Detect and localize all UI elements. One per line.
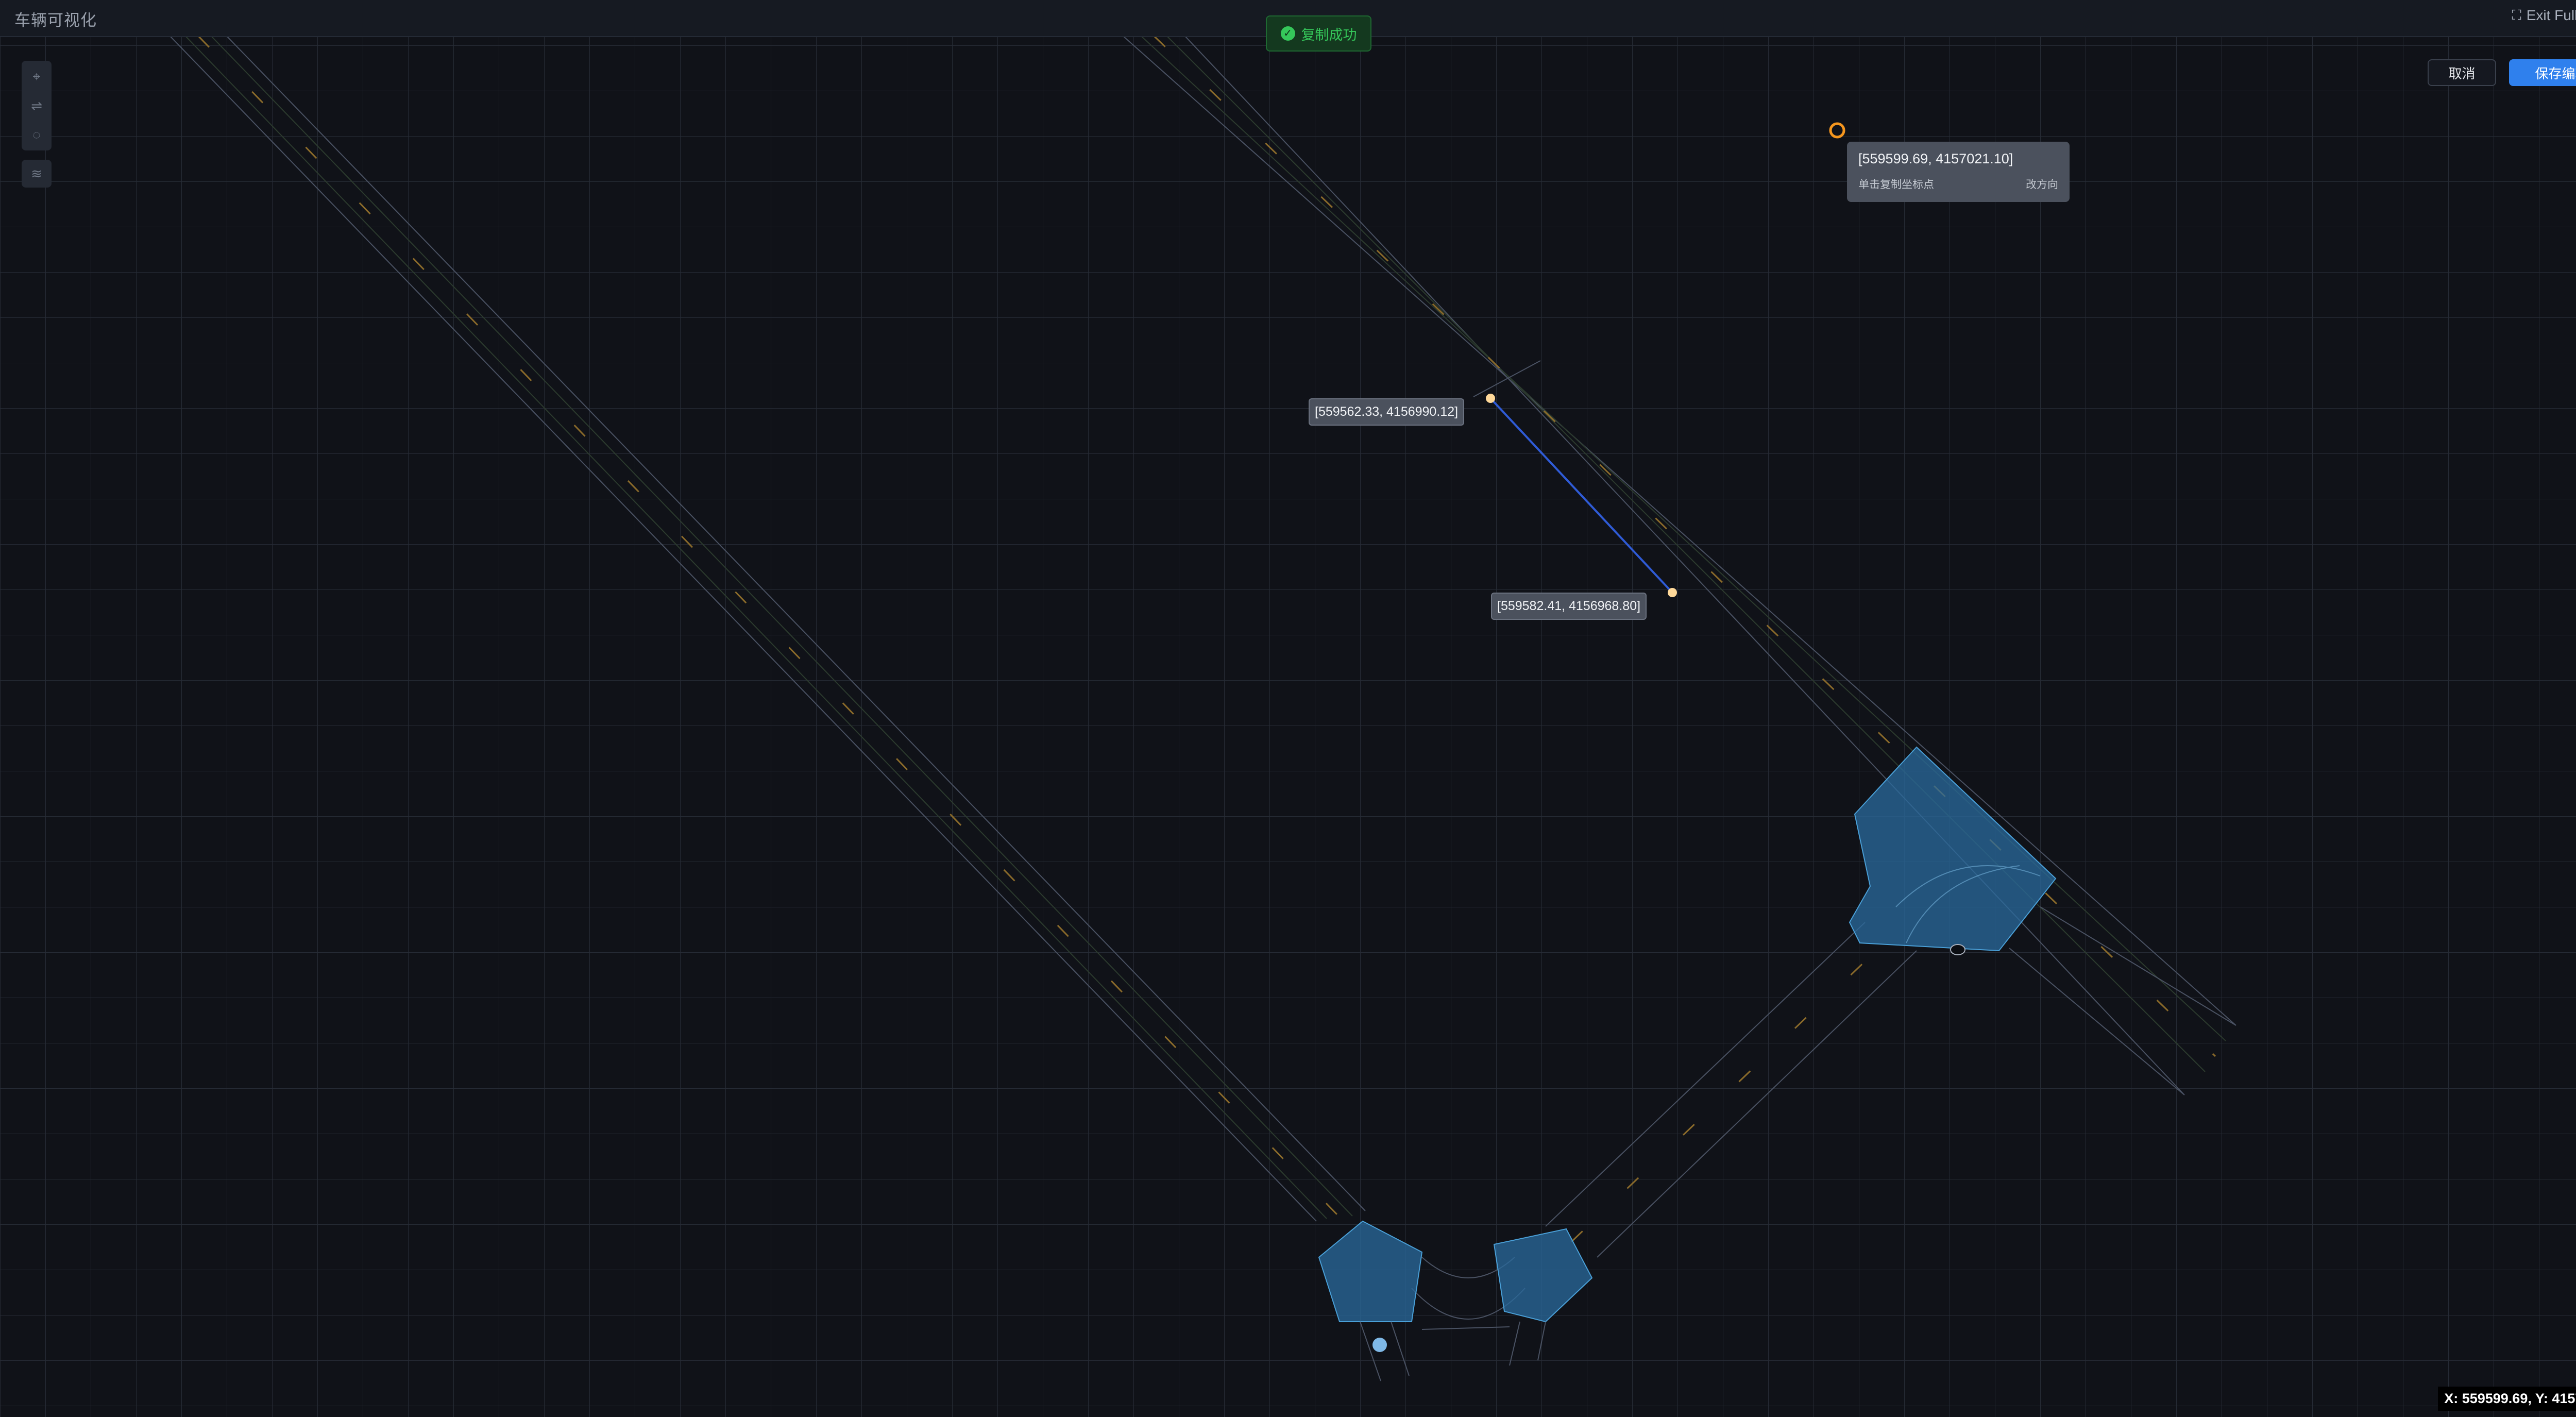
exit-fullscreen-label: Exit FullScreen — [2526, 7, 2576, 23]
measure-point-a[interactable] — [1486, 394, 1495, 403]
popup-copy-hint[interactable]: 单击复制坐标点 — [1858, 176, 1934, 192]
success-toast: ✓ 复制成功 — [1266, 15, 1371, 52]
app-title: 车辆可视化 — [14, 11, 97, 29]
popup-reverse-direction[interactable]: 改方向 — [2026, 176, 2058, 192]
check-circle-icon: ✓ — [1280, 26, 1295, 41]
tool-group: ⌖ ⇌ ◌ — [22, 61, 52, 150]
measure-label-b: [559582.41, 4156968.80] — [1491, 593, 1647, 620]
locate-icon[interactable]: ⌖ — [25, 65, 48, 89]
measure-point-b[interactable] — [1668, 588, 1677, 597]
route-icon[interactable]: ⇌ — [25, 94, 48, 117]
cancel-button[interactable]: 取消 — [2428, 59, 2496, 86]
exit-fullscreen-icon: ⛶ — [2512, 7, 2521, 23]
save-edit-button[interactable]: 保存编辑 — [2509, 59, 2576, 86]
point-info-popup: [559599.69, 4157021.10] 单击复制坐标点 改方向 — [1847, 142, 2070, 202]
app-window: 车辆可视化 ⛶ Exit FullScreen ✓ 复制成功 ⌖ ⇌ ◌ ≋ 取… — [0, 0, 2576, 1417]
lasso-icon[interactable]: ◌ — [25, 123, 48, 146]
measure-label-a: [559562.33, 4156990.12] — [1309, 398, 1465, 426]
toast-message: 复制成功 — [1301, 27, 1357, 43]
grid-background — [0, 36, 2576, 1417]
vehicle-marker-upper — [1950, 944, 1965, 955]
cursor-coordinate-readout: X: 559599.69, Y: 4157021.10 — [2438, 1387, 2576, 1411]
car-marker[interactable] — [1372, 1338, 1387, 1352]
exit-fullscreen-button[interactable]: ⛶ Exit FullScreen — [2512, 7, 2576, 24]
layers-icon[interactable]: ≋ — [22, 160, 52, 188]
map-canvas[interactable] — [0, 36, 2576, 1417]
left-toolbar: ⌖ ⇌ ◌ ≋ — [22, 61, 52, 188]
popup-coordinate: [559599.69, 4157021.10] — [1858, 151, 2013, 166]
